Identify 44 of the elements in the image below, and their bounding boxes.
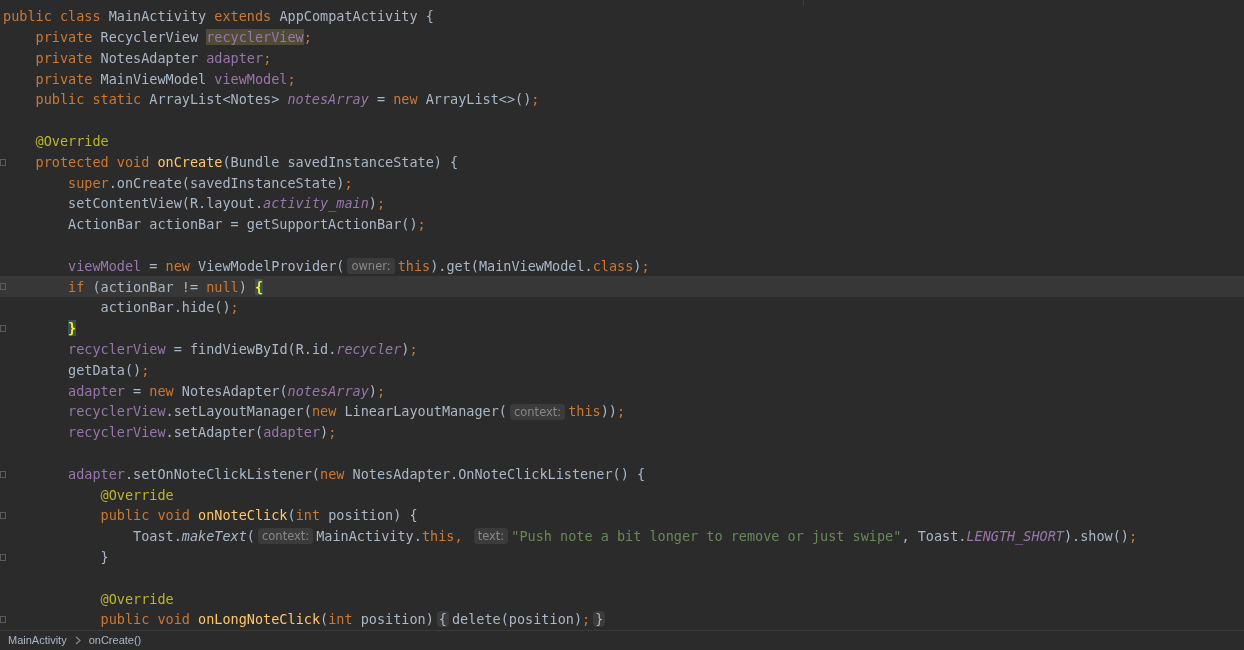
chevron-icon <box>74 636 81 645</box>
parameter-hint: context: <box>509 403 566 420</box>
code-text: } <box>67 319 77 339</box>
code-text: super.onCreate(savedInstanceState); <box>67 173 353 193</box>
code-text: setContentView(R.layout.activity_main); <box>67 194 386 214</box>
code-text: Toast.makeText( <box>132 527 255 547</box>
code-text: actionBar.hide(); <box>99 298 239 318</box>
code-text: @Override <box>99 589 174 609</box>
code-text: adapter.setOnNoteClickListener(new NotesAdapter.OnNoteClickListener() { <box>67 464 646 484</box>
code-text: getData(); <box>67 360 150 380</box>
fold-icon[interactable] <box>0 616 6 624</box>
parameter-hint: owner: <box>347 257 395 274</box>
fold-icon[interactable] <box>0 512 6 520</box>
code-text: @Override <box>99 485 174 505</box>
code-text: if (actionBar != null) { <box>67 277 264 297</box>
code-text: viewModel = new ViewModelProvider( <box>67 256 345 276</box>
code-text: ActionBar actionBar = getSupportActionBar(); <box>67 215 426 235</box>
code-text: } <box>99 548 109 567</box>
code-text: @Override <box>34 132 109 152</box>
code-text: public void onNoteClick(int position) { <box>99 506 418 526</box>
code-text: recyclerView = findViewById(R.id.recycler); <box>67 340 418 359</box>
fold-icon[interactable] <box>0 470 6 478</box>
parameter-hint: text: <box>473 528 509 545</box>
code-text: private RecyclerView recyclerView; <box>34 28 312 48</box>
breadcrumb-item[interactable]: onCreate() <box>84 632 146 649</box>
code-text: protected void onCreate(Bundle savedInstanceState) { <box>34 152 459 172</box>
code-text: MainActivity.this, <box>316 527 464 547</box>
fold-icon[interactable] <box>0 158 6 166</box>
code-text: this).get(MainViewModel.class); <box>397 256 650 276</box>
fold-icon[interactable] <box>0 324 6 332</box>
code-text: "Push note a bit longer to remove or just swipe", Toast.LENGTH_SHORT).show(); <box>511 527 1138 547</box>
fold-icon[interactable] <box>0 553 6 561</box>
code-text: this)); <box>568 402 626 422</box>
code-text: public void onLongNoteClick(int position) { delete(position); } <box>99 610 607 630</box>
fold-icon[interactable] <box>0 283 6 291</box>
breadcrumb-item[interactable]: MainActivity <box>4 632 71 649</box>
code-text: public static ArrayList<Notes> notesArray = new ArrayList<>(); <box>34 90 540 110</box>
code-text: public class MainActivity extends AppCompatActivity { <box>3 7 434 27</box>
parameter-hint: context: <box>258 528 314 545</box>
code-text: adapter = new NotesAdapter(notesArray); <box>67 381 386 401</box>
code-text: recyclerView.setLayoutManager(new LinearLayoutManager( <box>67 402 507 422</box>
code-text: private NotesAdapter adapter; <box>34 48 272 68</box>
code-text: private MainViewModel viewModel; <box>34 69 296 89</box>
code-text: recyclerView.setAdapter(adapter); <box>67 423 337 443</box>
